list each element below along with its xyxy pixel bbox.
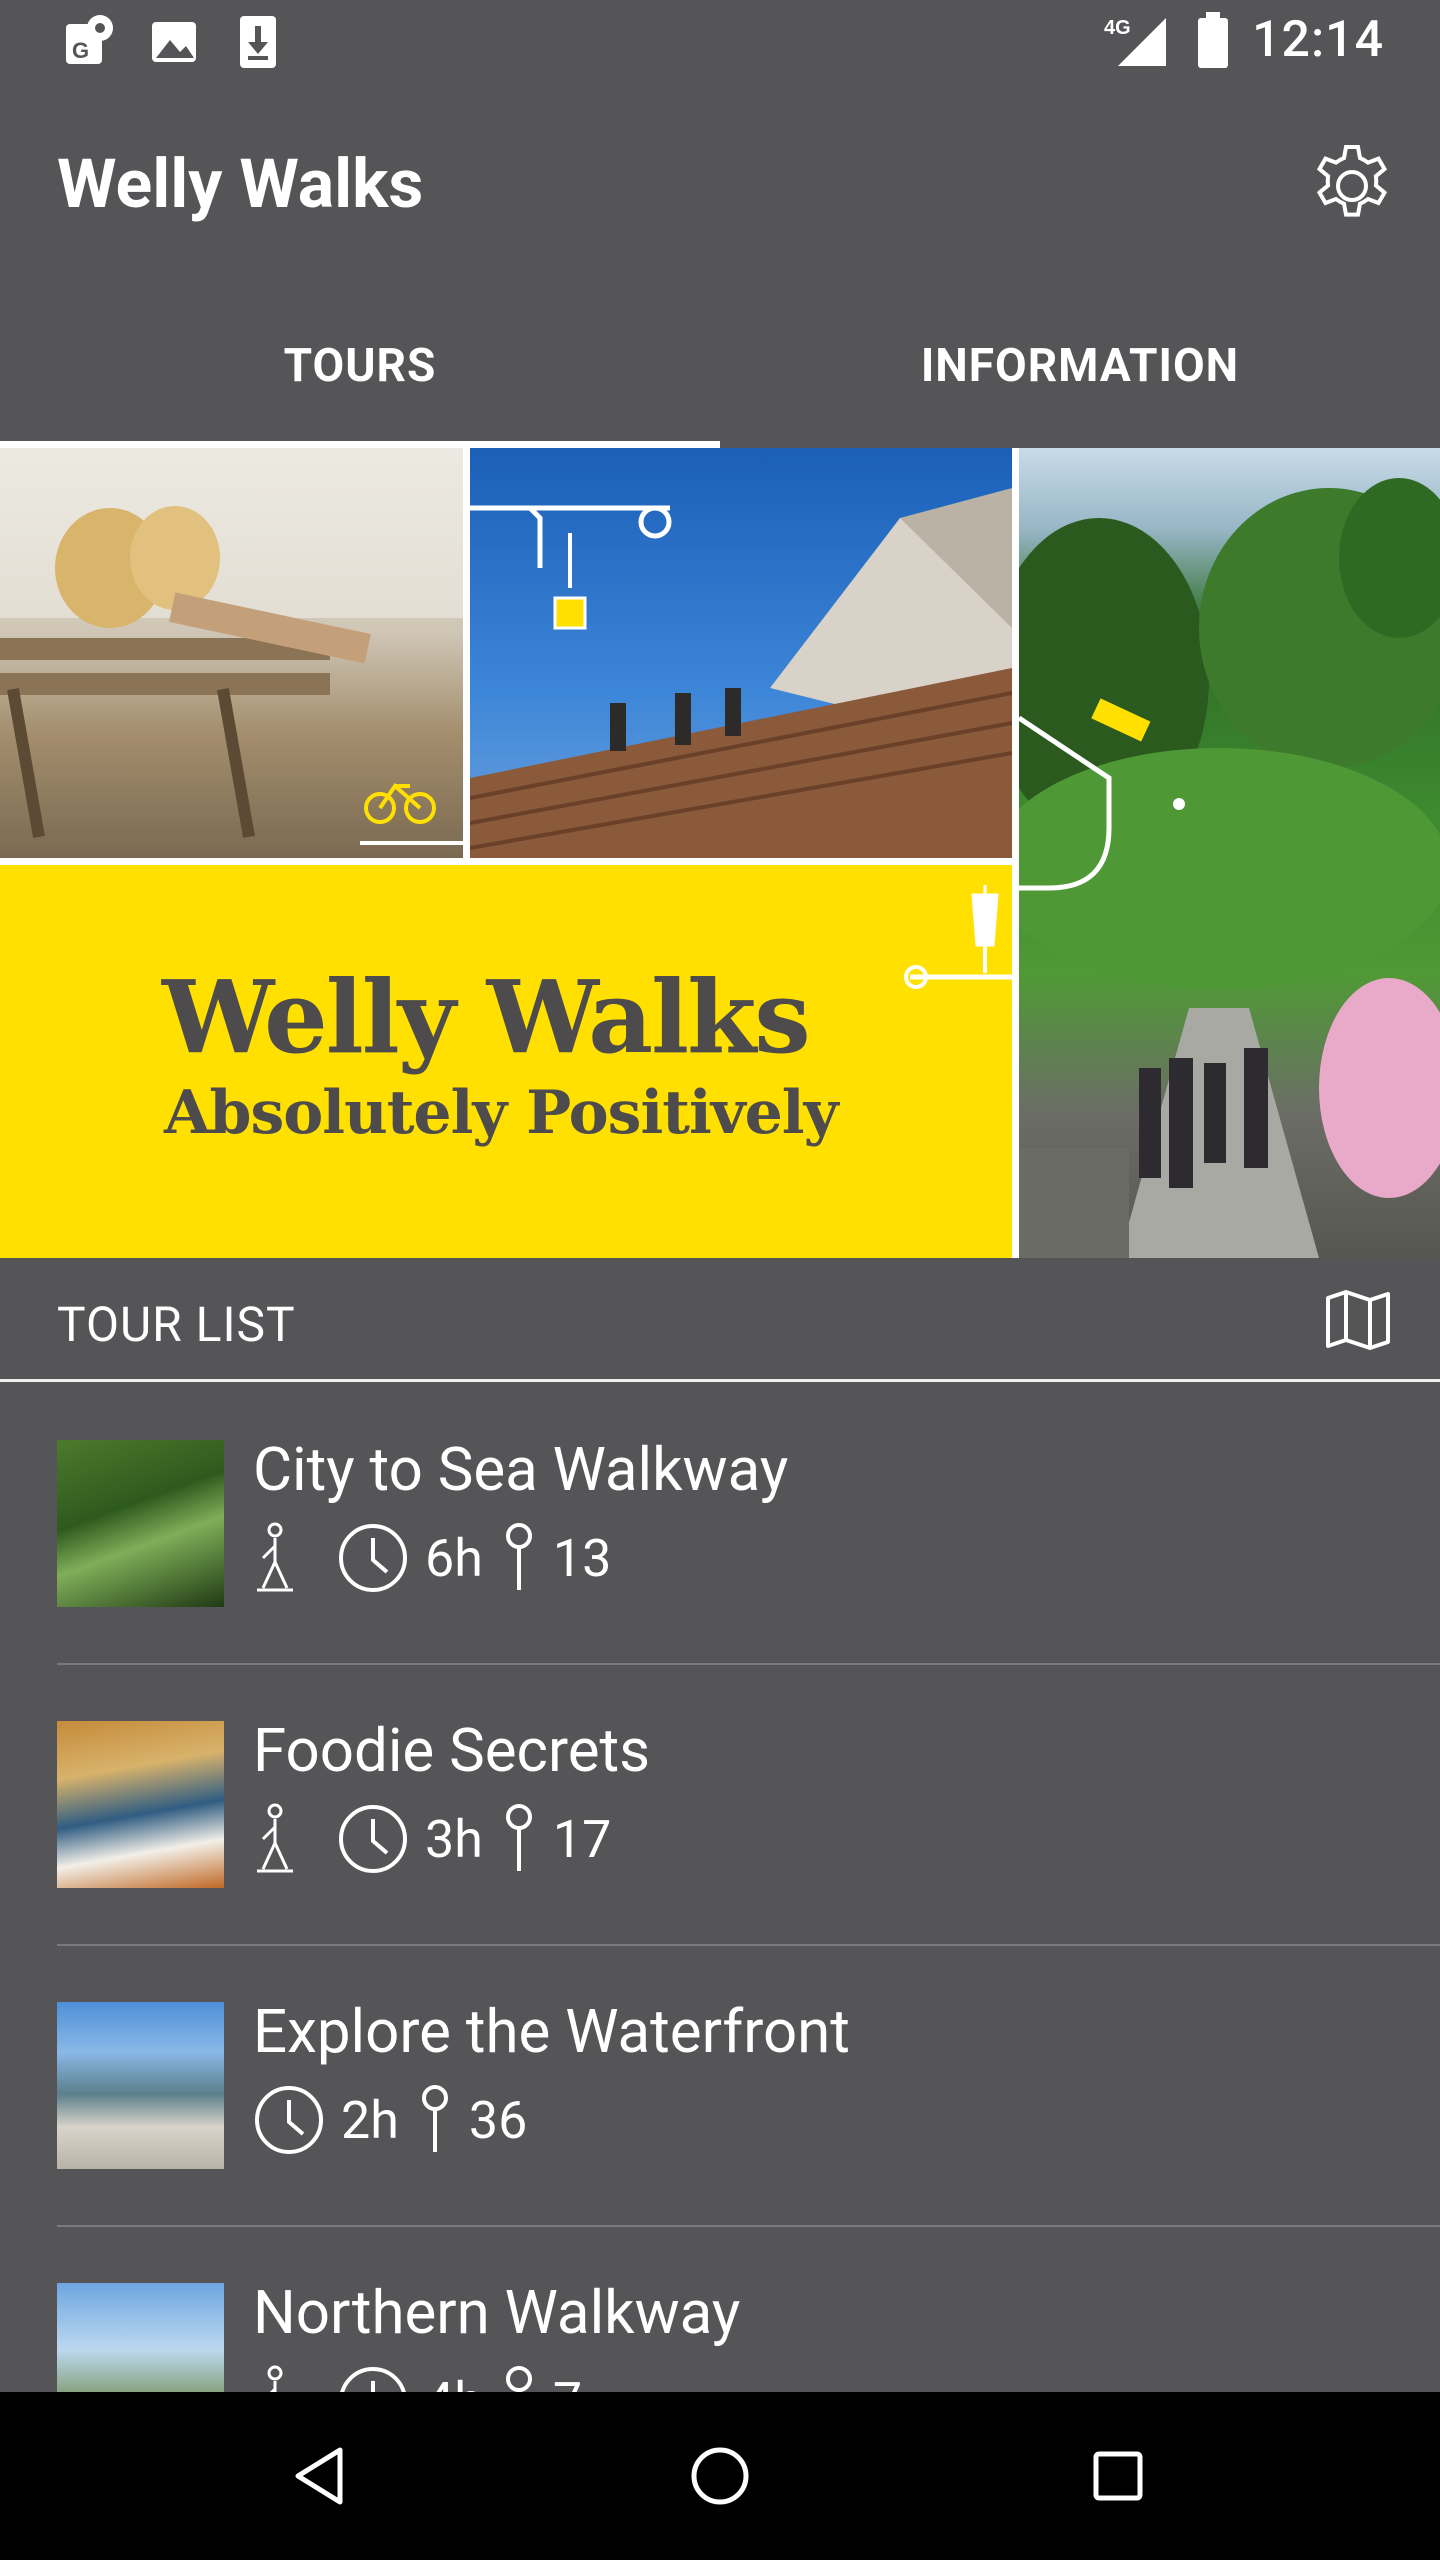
tour-list-header: TOUR LIST <box>0 1258 1440 1382</box>
tour-list-title: TOUR LIST <box>57 1296 296 1353</box>
tour-thumbnail <box>57 1721 224 1888</box>
maps-notification-icon: G <box>66 15 113 64</box>
pin-icon <box>421 2085 448 2152</box>
tour-stops: 17 <box>552 1808 612 1870</box>
tour-thumbnail <box>57 2002 224 2169</box>
home-icon <box>691 2447 749 2505</box>
tour-stops: 13 <box>552 1527 612 1589</box>
tour-meta: 3h 17 <box>253 1803 611 1875</box>
recents-button[interactable] <box>1076 2434 1160 2518</box>
tour-name: Northern Walkway <box>253 2277 741 2348</box>
hero-photo-beach <box>0 448 463 858</box>
map-icon <box>1326 1290 1390 1350</box>
tab-tours[interactable]: TOURS <box>0 284 720 448</box>
tour-meta: 2h 36 <box>253 2084 527 2156</box>
map-view-button[interactable] <box>1324 1288 1392 1352</box>
pin-icon <box>505 1804 532 1871</box>
clock-icon <box>339 1524 407 1592</box>
home-button[interactable] <box>678 2434 762 2518</box>
tour-list-item[interactable]: Foodie Secrets 3h 17 <box>57 1665 1440 1946</box>
tour-list-item[interactable]: City to Sea Walkway 6h 13 <box>57 1384 1440 1665</box>
walking-icon <box>267 2365 283 2392</box>
back-icon <box>295 2447 343 2505</box>
tour-meta: 6h 13 <box>253 1522 611 1594</box>
walking-icon <box>257 1803 293 1873</box>
system-nav-bar <box>0 2392 1440 2560</box>
tab-bar: TOURS INFORMATION <box>0 284 1440 448</box>
hero-subtitle: Absolutely Positively <box>164 1078 838 1148</box>
tour-stops: 7 <box>553 2371 582 2393</box>
pin-icon <box>505 1523 532 1590</box>
battery-icon <box>1198 12 1229 68</box>
tour-duration: 2h <box>341 2089 399 2151</box>
tab-information[interactable]: INFORMATION <box>720 284 1440 448</box>
tour-duration: 6h <box>425 1527 483 1589</box>
download-notification-icon <box>240 16 276 68</box>
hero-title: Welly Walks <box>162 958 811 1076</box>
clock-icon <box>339 1805 407 1873</box>
tour-name: Explore the Waterfront <box>253 1996 850 2067</box>
tour-stops: 36 <box>468 2089 528 2151</box>
app-bar: Welly Walks <box>0 84 1440 284</box>
tour-thumbnail <box>57 2283 224 2392</box>
tour-name: City to Sea Walkway <box>253 1434 789 1505</box>
hero-photo-garden <box>1019 448 1440 1258</box>
svg-text:G: G <box>72 38 89 63</box>
back-button[interactable] <box>278 2434 362 2518</box>
image-notification-icon <box>152 22 196 62</box>
hero-banner: Welly Walks Absolutely Positively <box>0 448 1440 1258</box>
gear-icon <box>1316 145 1388 217</box>
pin-icon <box>505 2366 532 2392</box>
walking-icon <box>257 1522 293 1592</box>
tour-name: Foodie Secrets <box>253 1715 651 1786</box>
system-status: 4G 12:14 <box>1104 10 1384 70</box>
tour-list-item[interactable]: Northern Walkway 4h 7 <box>57 2227 1440 2392</box>
network-type: 4G <box>1104 17 1131 39</box>
signal-icon: 4G <box>1104 17 1167 66</box>
status-time: 12:14 <box>1252 11 1384 69</box>
tour-duration: 4h <box>425 2371 483 2393</box>
tour-list: City to Sea Walkway 6h 13 Foodie Secrets… <box>0 1384 1440 2392</box>
tour-thumbnail <box>57 1440 224 1607</box>
clock-icon <box>255 2086 323 2154</box>
clock-icon <box>340 2367 406 2392</box>
notification-icons: G <box>64 14 284 70</box>
hero-photo-museum <box>470 448 1012 858</box>
status-bar: G 4G 12:14 <box>0 0 1440 84</box>
settings-button[interactable] <box>1302 136 1402 236</box>
recents-icon <box>1093 2451 1143 2501</box>
tour-meta: 4h 7 <box>253 2365 582 2392</box>
tour-duration: 3h <box>425 1808 483 1870</box>
app-title: Welly Walks <box>57 144 424 224</box>
tour-list-item[interactable]: Explore the Waterfront 2h 36 <box>57 1946 1440 2227</box>
